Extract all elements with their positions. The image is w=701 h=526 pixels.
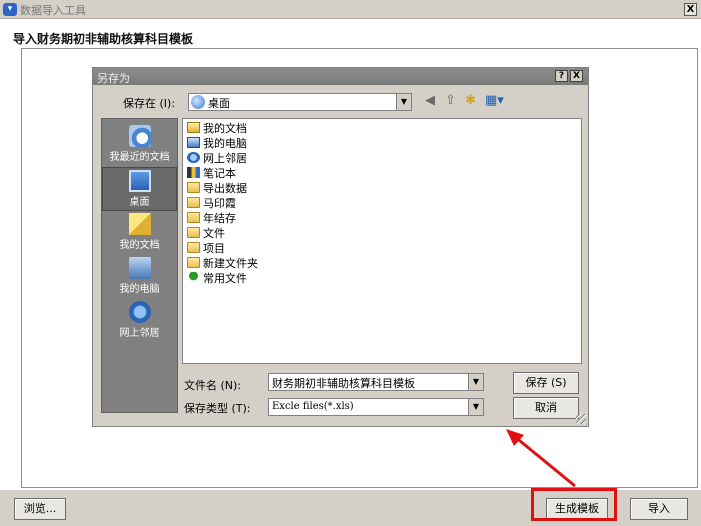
outer-window-title: 数据导入工具 [20, 4, 86, 17]
place-my-documents[interactable]: 我的文档 [102, 211, 177, 255]
cancel-button[interactable]: 取消 [513, 397, 579, 419]
save-type-label: 保存类型 (T): [184, 402, 251, 415]
list-item[interactable]: 新建文件夹 [187, 256, 258, 271]
list-item[interactable]: 我的文档 [187, 121, 247, 136]
browse-button[interactable]: 浏览... [14, 498, 66, 520]
help-button[interactable]: ? [555, 70, 568, 82]
save-type-value: Excle files(*.xls) [272, 401, 354, 412]
list-item[interactable]: 常用文件 [187, 271, 247, 286]
network-places-icon [128, 301, 151, 323]
folder-icon [187, 257, 200, 268]
place-my-computer[interactable]: 我的电脑 [102, 255, 177, 299]
resize-grip-icon[interactable] [576, 414, 586, 424]
dialog-title-bar: 另存为 ? X [93, 68, 588, 85]
my-computer-icon [128, 257, 151, 279]
save-in-value: 桌面 [208, 97, 230, 110]
chevron-down-icon[interactable]: ▼ [468, 399, 483, 415]
list-item[interactable]: 网上邻居 [187, 151, 247, 166]
views-menu-icon[interactable]: ▦▾ [485, 93, 504, 109]
place-label: 我最近的文档 [109, 152, 170, 163]
folder-icon [187, 197, 200, 208]
shared-tree-icon [187, 272, 200, 283]
places-bar: 我最近的文档 桌面 我的文档 我的电脑 网上邻居 [101, 118, 178, 413]
place-label: 桌面 [129, 197, 150, 208]
list-item[interactable]: 我的电脑 [187, 136, 247, 151]
chevron-down-icon[interactable]: ▼ [396, 94, 411, 110]
filename-field[interactable]: 财务期初非辅助核算科目模板 ▼ [268, 373, 484, 391]
my-documents-icon [187, 122, 200, 133]
list-item[interactable]: 笔记本 [187, 166, 236, 181]
save-in-label: 保存在 (I): [123, 97, 176, 110]
my-documents-icon [128, 213, 151, 235]
list-item[interactable]: 项目 [187, 241, 225, 256]
filename-label: 文件名 (N): [184, 379, 242, 392]
place-label: 网上邻居 [119, 328, 160, 339]
up-folder-icon[interactable]: ⇧ [445, 93, 456, 109]
new-folder-icon[interactable]: ✱ [465, 93, 476, 109]
list-item[interactable]: 文件 [187, 226, 225, 241]
place-recent-documents[interactable]: 我最近的文档 [102, 123, 177, 167]
list-item[interactable]: 年结存 [187, 211, 236, 226]
folder-icon [187, 212, 200, 223]
folder-icon [187, 182, 200, 193]
page-title: 导入财务期初非辅助核算科目模板 [13, 32, 194, 46]
highlight-box [531, 488, 617, 521]
outer-close-button[interactable]: X [684, 3, 697, 16]
notebook-icon [187, 167, 200, 178]
app-icon: ▾ [3, 3, 17, 16]
save-in-dropdown[interactable]: 桌面 ▼ [188, 93, 412, 111]
import-button[interactable]: 导入 [630, 498, 688, 520]
desktop-icon [191, 95, 205, 109]
recent-documents-icon [128, 125, 151, 147]
folder-icon [187, 242, 200, 253]
outer-title-bar: ▾ 数据导入工具 X [0, 0, 701, 19]
dialog-title: 另存为 [97, 72, 130, 85]
network-places-icon [187, 152, 200, 163]
filename-value: 财务期初非辅助核算科目模板 [272, 377, 415, 390]
desktop-icon [128, 170, 151, 192]
folder-icon [187, 227, 200, 238]
list-item[interactable]: 马印霞 [187, 196, 236, 211]
dialog-close-button[interactable]: X [570, 70, 583, 82]
outer-header: 导入财务期初非辅助核算科目模板 [0, 20, 701, 46]
place-label: 我的文档 [119, 240, 160, 251]
save-type-dropdown[interactable]: Excle files(*.xls) ▼ [268, 398, 484, 416]
chevron-down-icon[interactable]: ▼ [468, 374, 483, 390]
file-list[interactable]: 我的文档 我的电脑 网上邻居 笔记本 导出数据 马印霞 年结存 文件 项目 新建… [182, 118, 582, 364]
my-computer-icon [187, 137, 200, 148]
back-icon[interactable]: ◀ [425, 93, 435, 109]
save-as-dialog: 另存为 ? X 保存在 (I): 桌面 ▼ ◀ ⇧ ✱ ▦▾ 我最近的文档 桌面… [92, 67, 589, 427]
place-network[interactable]: 网上邻居 [102, 299, 177, 343]
place-label: 我的电脑 [119, 284, 160, 295]
list-item[interactable]: 导出数据 [187, 181, 247, 196]
place-desktop[interactable]: 桌面 [102, 167, 177, 211]
save-button[interactable]: 保存 (S) [513, 372, 579, 394]
